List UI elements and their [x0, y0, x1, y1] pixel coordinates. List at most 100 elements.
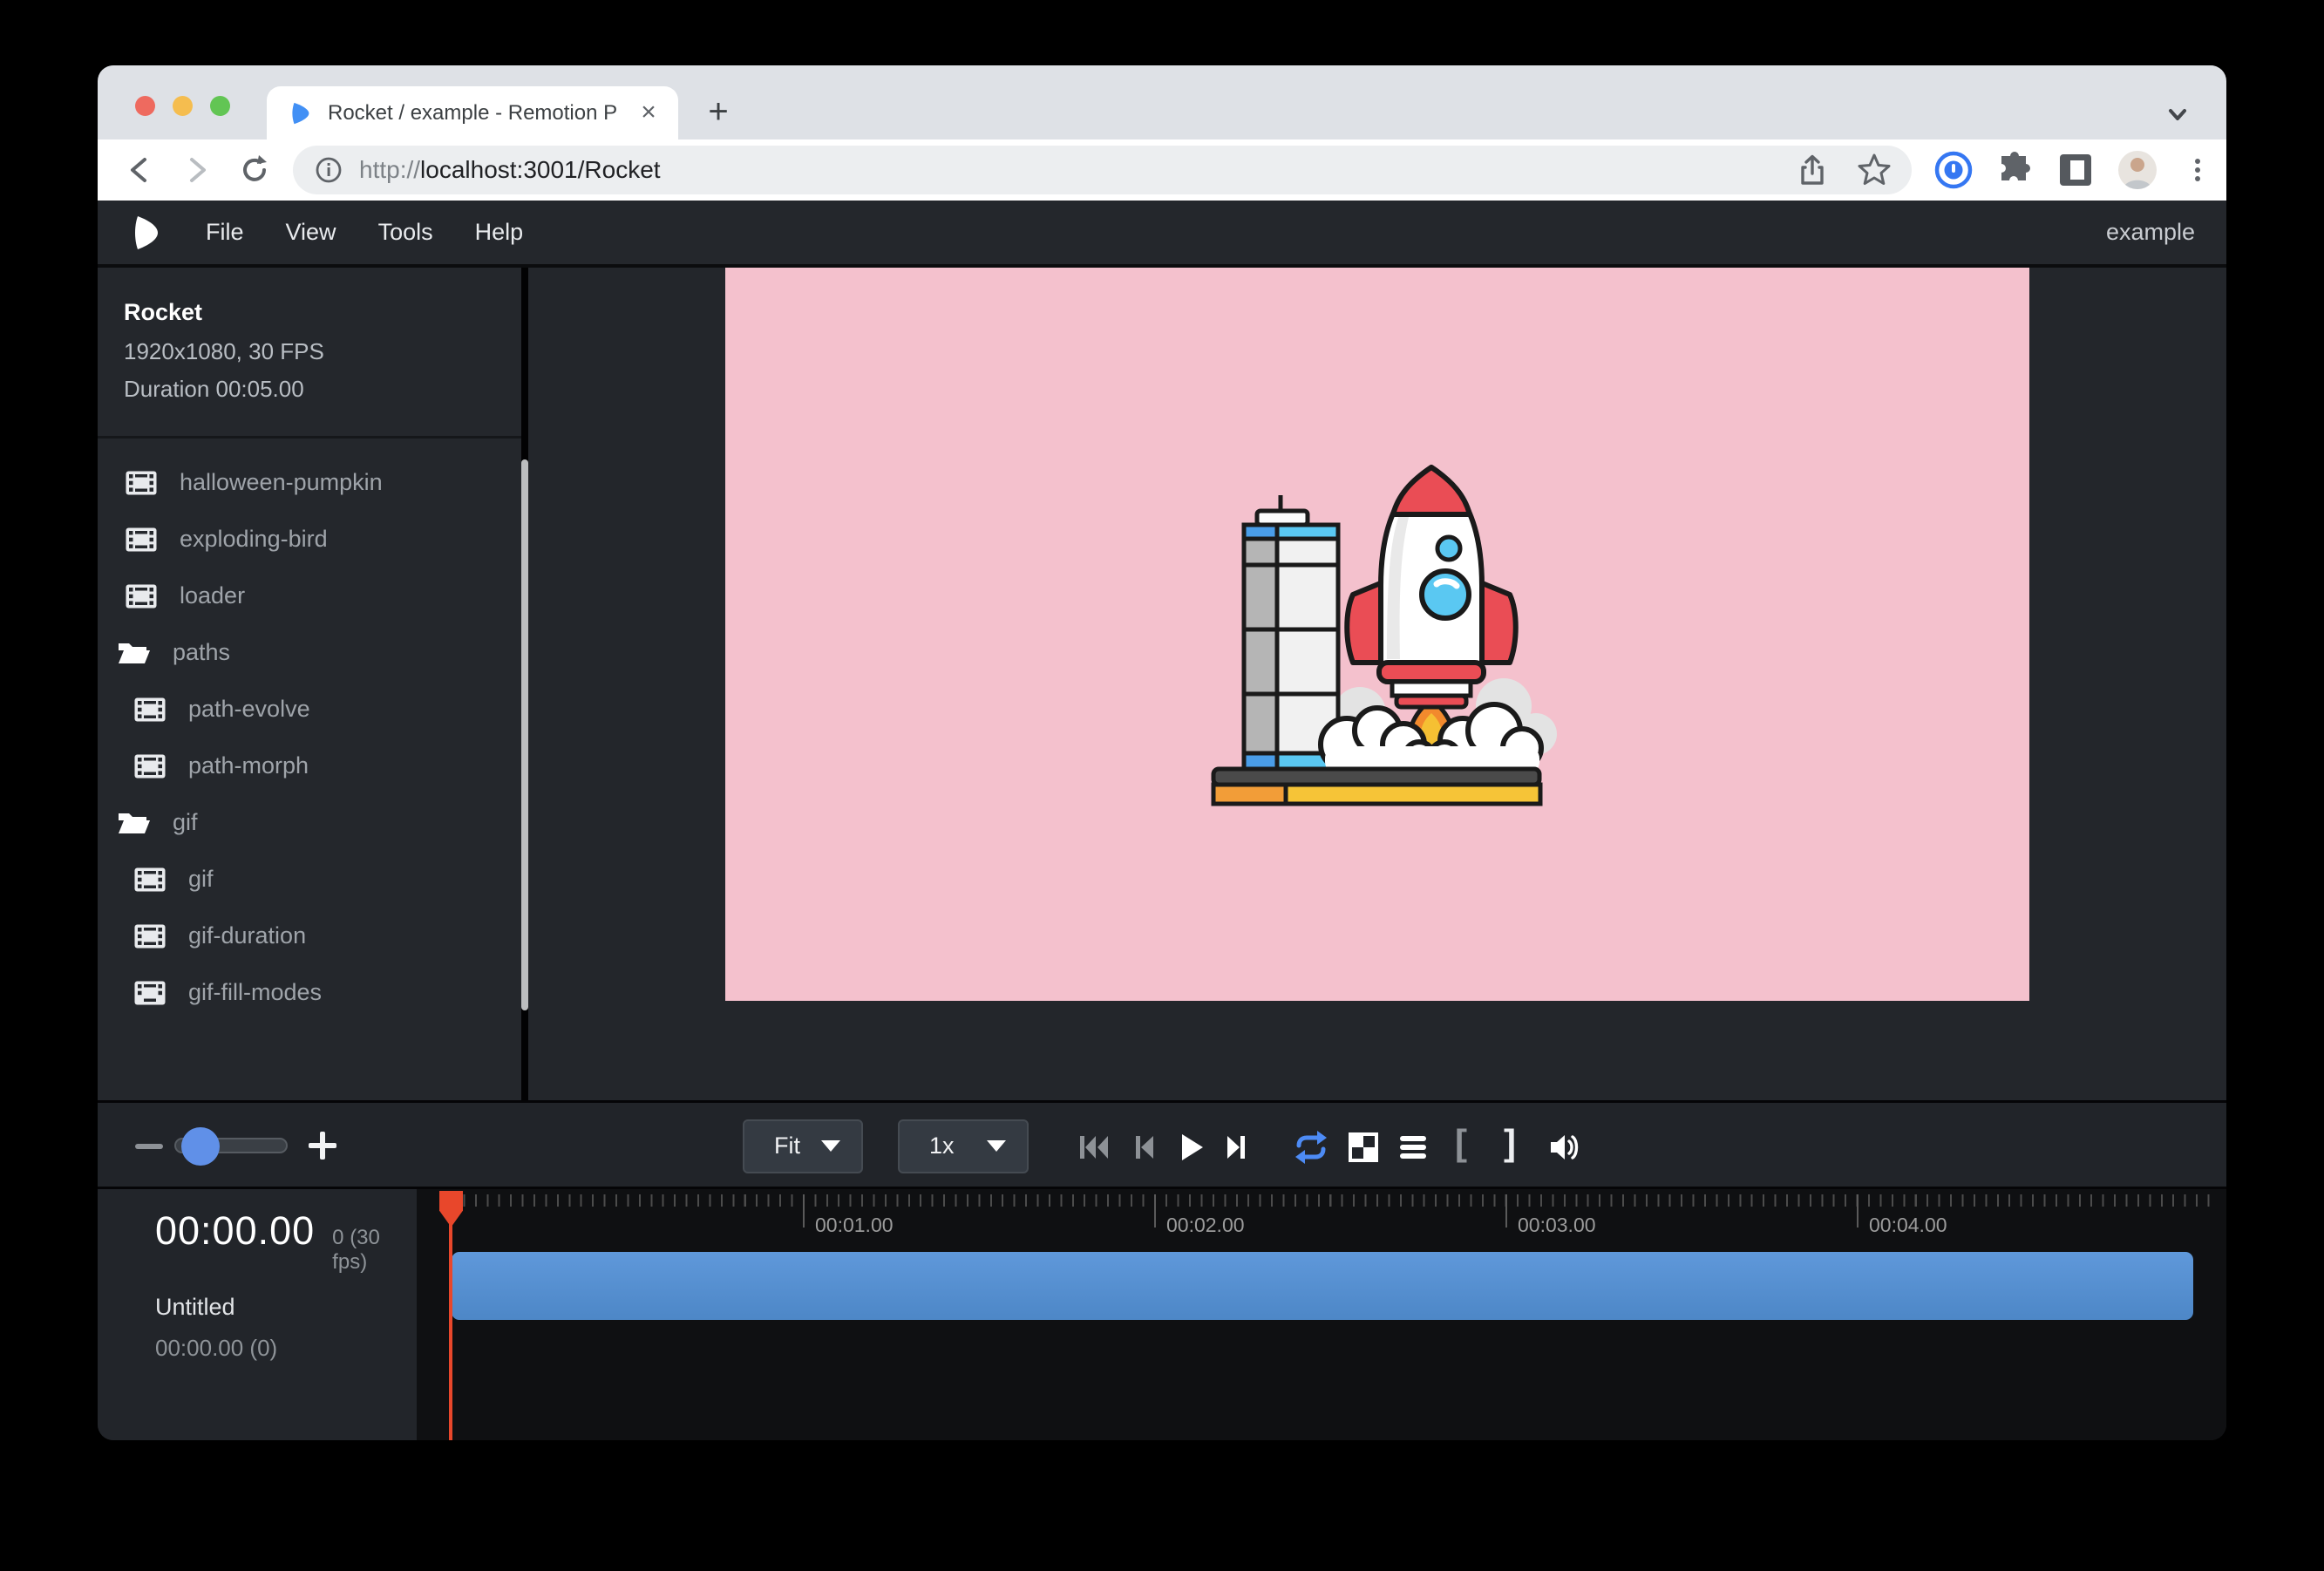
profile-avatar[interactable]	[2117, 150, 2158, 190]
url-host: localhost:3001/Rocket	[420, 156, 661, 183]
composition-resolution: 1920x1080, 30 FPS	[124, 338, 495, 365]
macos-maximize-button[interactable]	[210, 96, 230, 116]
remotion-logo-icon[interactable]	[131, 214, 160, 251]
zoom-in-button[interactable]	[305, 1128, 340, 1163]
film-icon	[131, 753, 169, 779]
film-icon	[131, 923, 169, 949]
sidebar-item-halloween-pumpkin[interactable]: halloween-pumpkin	[98, 454, 521, 511]
url-scheme: http://	[359, 156, 420, 183]
main-area: Rocket 1920x1080, 30 FPS Duration 00:05.…	[98, 268, 2226, 1100]
preview-area	[528, 268, 2226, 1100]
composition-title: Rocket	[124, 299, 495, 326]
film-icon	[131, 867, 169, 893]
playhead-line[interactable]	[449, 1194, 452, 1441]
jump-to-start-button[interactable]	[1075, 1128, 1113, 1166]
out-point-button[interactable]: ]	[1491, 1122, 1529, 1164]
film-icon	[122, 527, 160, 553]
remotion-menu-bar: File View Tools Help example	[98, 201, 2226, 268]
playhead-handle[interactable]	[439, 1191, 463, 1228]
extensions-row	[1934, 150, 2215, 190]
current-frame-display: 0 (30 fps)	[332, 1226, 417, 1275]
macos-close-button[interactable]	[135, 96, 155, 116]
composition-list: halloween-pumpkin exploding-bird loader …	[98, 439, 521, 1021]
forward-icon[interactable]	[178, 151, 216, 189]
in-point-button[interactable]: [	[1442, 1122, 1480, 1164]
zoom-out-button[interactable]	[135, 1144, 163, 1149]
composition-info: Rocket 1920x1080, 30 FPS Duration 00:05.…	[98, 268, 521, 439]
new-tab-button[interactable]: +	[699, 93, 737, 132]
transparency-checkerboard-button[interactable]	[1344, 1128, 1383, 1166]
track-name: Untitled	[155, 1294, 417, 1321]
bookmark-star-icon[interactable]	[1856, 152, 1892, 188]
tab-search-chevron-icon[interactable]	[2160, 97, 2195, 132]
tab-strip: Rocket / example - Remotion P × +	[98, 65, 2226, 139]
url-text: http://localhost:3001/Rocket	[359, 156, 1795, 184]
browser-menu-icon[interactable]	[2180, 153, 2215, 187]
sidebar-folder-gif[interactable]: gif	[98, 794, 521, 851]
browser-toolbar: http://localhost:3001/Rocket	[98, 139, 2226, 201]
menu-view[interactable]: View	[265, 201, 357, 264]
timeline-ruler[interactable]	[452, 1194, 2216, 1207]
site-info-icon[interactable]	[314, 155, 343, 185]
next-frame-button[interactable]	[1218, 1128, 1256, 1166]
timeline-panel: 00:00.00 0 (30 fps) Untitled 00:00.00 (0…	[98, 1189, 2226, 1441]
second-tick	[1505, 1194, 1507, 1228]
playback-rate-dropdown[interactable]: 1x	[898, 1119, 1029, 1173]
second-tick	[803, 1194, 805, 1228]
open-folder-icon	[115, 810, 153, 836]
sidebar-item-exploding-bird[interactable]: exploding-bird	[98, 511, 521, 568]
menu-file[interactable]: File	[185, 201, 265, 264]
sidebar-item-loader[interactable]: loader	[98, 568, 521, 624]
remotion-favicon-icon	[288, 100, 314, 126]
player-toolbar: Fit 1x	[98, 1100, 2226, 1189]
chevron-down-icon	[821, 1140, 840, 1152]
sidebar-item-gif-duration[interactable]: gif-duration	[98, 908, 521, 964]
extension-square-icon[interactable]	[2056, 151, 2095, 189]
play-button[interactable]	[1172, 1128, 1210, 1166]
sidebar-folder-paths[interactable]: paths	[98, 624, 521, 681]
macos-minimize-button[interactable]	[173, 96, 193, 116]
address-bar[interactable]: http://localhost:3001/Rocket	[293, 146, 1912, 194]
sidebar-item-path-evolve[interactable]: path-evolve	[98, 681, 521, 738]
sidebar-item-path-morph[interactable]: path-morph	[98, 738, 521, 794]
menu-tools[interactable]: Tools	[357, 201, 454, 264]
size-dropdown[interactable]: Fit	[743, 1119, 863, 1173]
size-dropdown-value: Fit	[774, 1132, 800, 1160]
volume-button[interactable]	[1545, 1128, 1583, 1166]
extensions-puzzle-icon[interactable]	[1995, 151, 2034, 189]
loop-toggle-button[interactable]	[1292, 1128, 1330, 1166]
ruler-label-2s: 00:02.00	[1166, 1214, 1245, 1237]
timeline-rows-button[interactable]	[1394, 1128, 1432, 1166]
film-icon	[131, 980, 169, 1006]
timeline-clip[interactable]	[452, 1252, 2193, 1320]
zoom-slider-thumb[interactable]	[181, 1127, 220, 1166]
browser-tab[interactable]: Rocket / example - Remotion P ×	[267, 86, 678, 139]
traffic-lights	[135, 96, 230, 116]
tab-title: Rocket / example - Remotion P	[328, 101, 635, 126]
ruler-label-1s: 00:01.00	[815, 1214, 894, 1237]
back-icon[interactable]	[120, 151, 159, 189]
playback-rate-value: 1x	[929, 1132, 955, 1160]
tab-close-icon[interactable]: ×	[635, 99, 663, 127]
browser-window: Rocket / example - Remotion P × + http:/…	[98, 65, 2226, 1440]
track-start-time: 00:00.00 (0)	[155, 1335, 417, 1362]
timeline-zoom-slider[interactable]	[174, 1138, 288, 1153]
film-icon	[131, 697, 169, 723]
sidebar-item-gif-fill-modes[interactable]: gif-fill-modes	[98, 964, 521, 1021]
share-icon[interactable]	[1795, 153, 1830, 187]
composition-duration: Duration 00:05.00	[124, 376, 495, 403]
ruler-label-3s: 00:03.00	[1518, 1214, 1596, 1237]
menu-help[interactable]: Help	[454, 201, 545, 264]
open-folder-icon	[115, 640, 153, 666]
second-tick	[1857, 1194, 1859, 1228]
timeline-info-panel: 00:00.00 0 (30 fps) Untitled 00:00.00 (0…	[98, 1189, 417, 1441]
onepassword-extension-icon[interactable]	[1934, 151, 1973, 189]
reload-icon[interactable]	[235, 151, 274, 189]
ruler-label-4s: 00:04.00	[1869, 1214, 1947, 1237]
sidebar-item-gif[interactable]: gif	[98, 851, 521, 908]
previous-frame-button[interactable]	[1126, 1128, 1165, 1166]
sidebar-scrollbar[interactable]	[521, 459, 528, 1010]
chevron-down-icon	[987, 1140, 1006, 1152]
second-tick	[1154, 1194, 1156, 1228]
timeline-track-area[interactable]: 00:01.00 00:02.00 00:03.00 00:04.00	[417, 1189, 2226, 1441]
